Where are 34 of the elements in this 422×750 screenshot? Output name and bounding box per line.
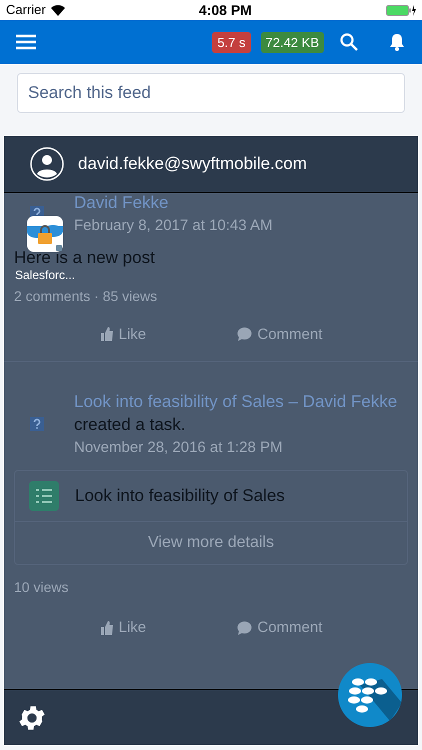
wifi-icon: [50, 4, 65, 16]
search-icon[interactable]: [340, 33, 358, 51]
battery-icon: [386, 4, 416, 16]
app-icon[interactable]: [27, 216, 64, 252]
view-details-button[interactable]: View more details: [136, 522, 286, 564]
account-email: david.fekke@swyftmobile.com: [78, 154, 307, 174]
post-stats: 2 comments · 85 views: [14, 288, 158, 304]
post-body: Here is a new post: [14, 250, 155, 266]
question-icon: [30, 417, 44, 432]
app-label: Salesforc...: [15, 269, 76, 283]
metric-badge: 5.7 s: [212, 32, 250, 52]
search-field[interactable]: Search this feed: [17, 73, 405, 113]
menu-icon[interactable]: [16, 34, 36, 50]
comment-button[interactable]: Comment: [237, 326, 322, 343]
like-button[interactable]: Like: [100, 326, 146, 343]
thumbs-up-icon: [100, 327, 114, 342]
post-date: November 28, 2016 at 1:28 PM: [74, 438, 282, 456]
bell-icon[interactable]: [388, 33, 406, 51]
post-date: February 8, 2017 at 10:43 AM: [74, 216, 272, 234]
task-link[interactable]: Look into feasibility of Sales – David Fekke: [74, 392, 398, 412]
task-title: Look into feasibility of Sales: [75, 486, 285, 506]
speech-bubble-icon: [237, 327, 252, 342]
speech-bubble-icon: [237, 620, 252, 635]
author-link[interactable]: David Fekke: [74, 193, 168, 213]
post-stats: 10 views: [14, 579, 68, 596]
like-button[interactable]: Like: [100, 619, 146, 636]
thumbs-up-icon: [100, 620, 114, 635]
comment-button[interactable]: Comment: [237, 619, 322, 636]
task-caption: created a task.: [74, 415, 186, 435]
clock: 4:08 PM: [198, 2, 252, 18]
avatar-icon: [30, 147, 64, 181]
task-list-icon: [29, 481, 59, 512]
metric-badge: 72.42 KB: [260, 32, 324, 52]
carrier-label: Carrier: [6, 2, 46, 18]
